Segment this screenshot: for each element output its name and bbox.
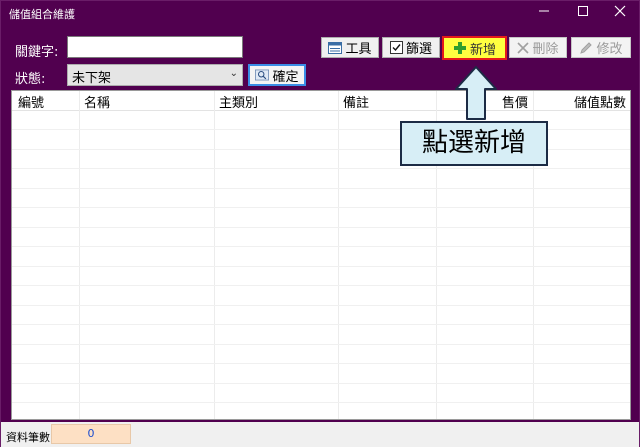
keyword-label: 關鍵字: (15, 45, 59, 60)
arrow-up-icon (455, 66, 497, 120)
status-label: 狀態: (15, 72, 46, 87)
chevron-down-icon: ⌄ (229, 68, 238, 79)
grid-row-line (12, 305, 630, 306)
column-header-category[interactable]: 主類別 (219, 92, 258, 111)
edit-button[interactable]: 修改 (571, 37, 631, 58)
checkbox-icon (389, 41, 403, 54)
maximize-icon (578, 6, 588, 16)
delete-label: 刪除 (532, 42, 559, 57)
search-icon (255, 69, 270, 81)
column-header-points[interactable]: 儲值點數 (574, 92, 626, 111)
add-label: 新增 (469, 42, 496, 58)
instruction-callout: 點選新增 (400, 121, 548, 166)
delete-icon (517, 41, 530, 54)
grid-row-line (12, 227, 630, 228)
filter-label: 篩選 (405, 42, 432, 57)
close-icon (614, 5, 626, 17)
keyword-input[interactable] (67, 36, 243, 58)
column-header-price[interactable]: 售價 (502, 92, 528, 111)
grid-row-line (12, 246, 630, 247)
grid-row-line (12, 324, 630, 325)
tools-label: 工具 (345, 42, 372, 57)
status-footer: 資料筆數: 0 (1, 422, 639, 447)
column-divider (338, 91, 339, 419)
edit-label: 修改 (596, 42, 623, 57)
delete-button[interactable]: 刪除 (509, 37, 567, 58)
status-selected-value: 未下架 (72, 71, 112, 86)
title-bar: 儲值組合維護 (1, 1, 639, 26)
grid-row-line (12, 168, 630, 169)
column-header-name[interactable]: 名稱 (84, 92, 110, 111)
tools-button[interactable]: 工具 (321, 37, 379, 58)
window-title: 儲值組合維護 (9, 8, 75, 21)
confirm-label: 確定 (272, 69, 299, 85)
grid-row-line (12, 207, 630, 208)
grid-row-line (12, 363, 630, 364)
record-count-value: 0 (51, 424, 131, 444)
add-button[interactable]: 新增 (442, 36, 507, 60)
grid-row-line (12, 188, 630, 189)
grid-row-line (12, 383, 630, 384)
tools-icon (328, 41, 343, 54)
grid-row-line (12, 285, 630, 286)
pencil-icon (580, 41, 593, 54)
status-select[interactable]: 未下架 ⌄ (67, 64, 243, 86)
filter-button[interactable]: 篩選 (382, 37, 440, 58)
minimize-button[interactable] (525, 1, 563, 26)
column-divider (214, 91, 215, 419)
column-header-note[interactable]: 備註 (343, 92, 369, 111)
close-button[interactable] (601, 1, 639, 26)
confirm-button[interactable]: 確定 (248, 64, 306, 86)
record-count-label: 資料筆數: (6, 431, 54, 444)
grid-row-line (12, 344, 630, 345)
maximize-button[interactable] (564, 1, 602, 26)
app-window: 儲值組合維護 關鍵字: 狀態: 未下架 ⌄ 確定 工具 篩選 新增 刪除 修改 … (0, 0, 640, 447)
plus-icon (453, 42, 466, 54)
grid-row-line (12, 266, 630, 267)
grid-header: 編號 名稱 主類別 備註 售價 儲值點數 (12, 91, 630, 111)
minimize-icon (539, 10, 549, 12)
grid-row-line (12, 402, 630, 403)
column-divider (79, 91, 80, 419)
column-header-id[interactable]: 編號 (18, 92, 44, 111)
